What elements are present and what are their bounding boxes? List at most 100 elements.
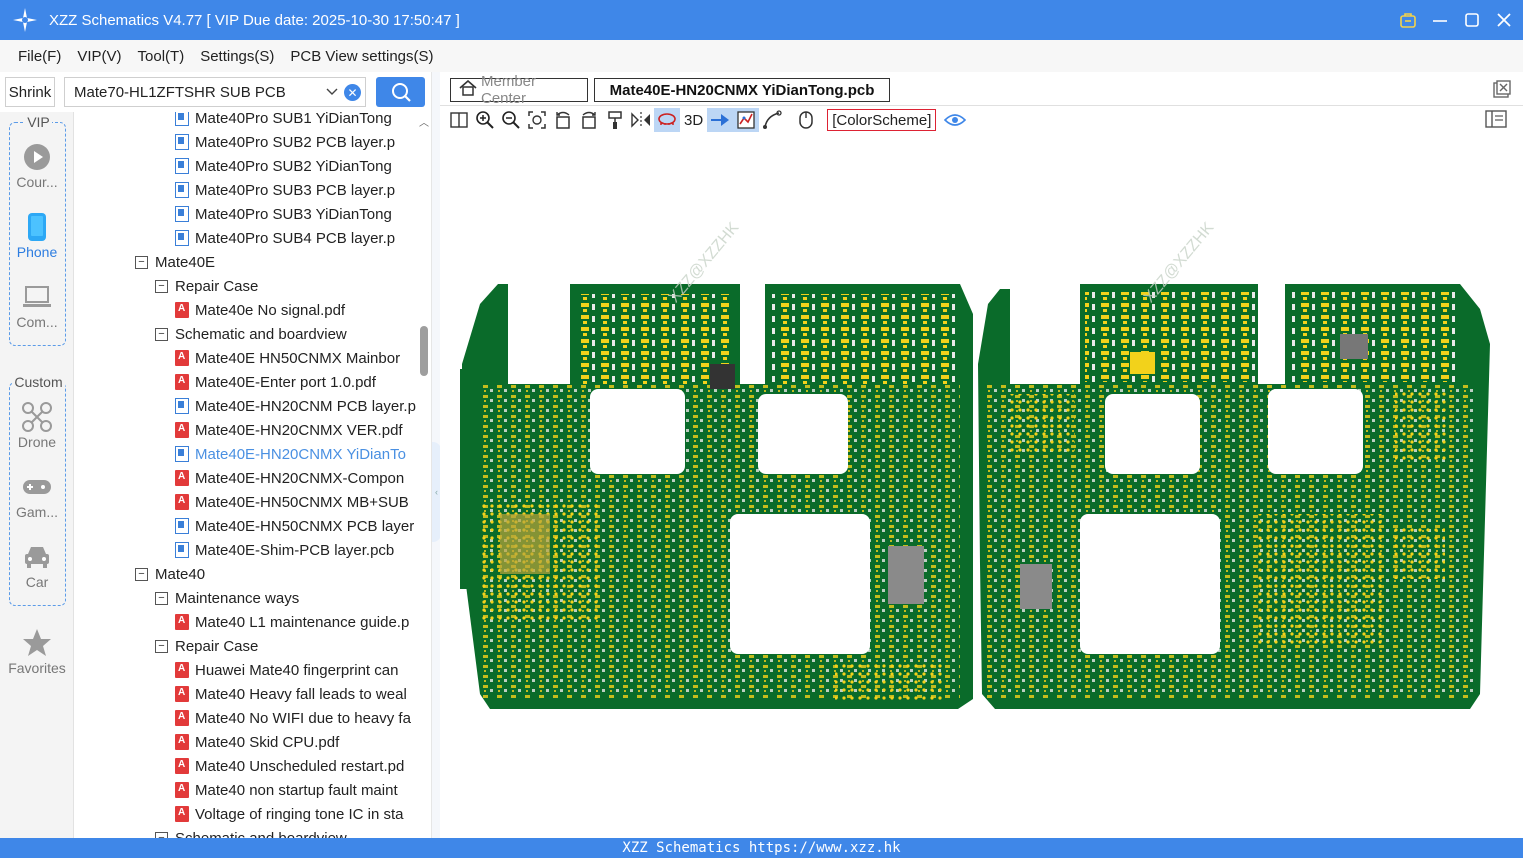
search-button[interactable] bbox=[376, 77, 425, 107]
view-3d-button[interactable]: 3D bbox=[680, 112, 707, 129]
pcb-board-drawing[interactable] bbox=[440, 134, 1523, 838]
tree-file-item[interactable]: Mate40e No signal.pdf bbox=[175, 298, 345, 322]
tree-file-item[interactable]: Mate40E-Shim-PCB layer.pcb bbox=[175, 538, 394, 562]
tree-file-item[interactable]: Mate40E-HN20CNM PCB layer.p bbox=[175, 394, 416, 418]
collapse-icon[interactable]: − bbox=[155, 327, 168, 341]
close-icon[interactable] bbox=[1495, 11, 1513, 29]
title-bar[interactable]: XZZ Schematics V4.77 [ VIP Due date: 202… bbox=[0, 0, 1523, 40]
drone-icon bbox=[22, 402, 52, 432]
tree-file-item[interactable]: Mate40E-HN20CNMX VER.pdf bbox=[175, 418, 403, 442]
rail-item-car[interactable]: Car bbox=[0, 542, 74, 590]
menu-tool[interactable]: Tool(T) bbox=[130, 48, 193, 65]
tree-file-item[interactable]: Mate40Pro SUB3 PCB layer.p bbox=[175, 178, 395, 202]
trace-icon[interactable] bbox=[759, 108, 785, 132]
tree-folder[interactable]: − Mate40E bbox=[135, 250, 215, 274]
app-logo-icon bbox=[11, 6, 39, 34]
tree-file-item[interactable]: Mate40E-Enter port 1.0.pdf bbox=[175, 370, 376, 394]
tree-file-item[interactable]: Huawei Mate40 fingerprint can bbox=[175, 658, 398, 682]
menu-vip[interactable]: VIP(V) bbox=[69, 48, 129, 65]
paint-brush-icon[interactable] bbox=[602, 108, 628, 132]
tree-folder[interactable]: − Repair Case bbox=[155, 634, 258, 658]
menu-pcb-view-settings[interactable]: PCB View settings(S) bbox=[282, 48, 441, 65]
model-combobox[interactable]: Mate70-HL1ZFTSHR SUB PCB ✕ bbox=[64, 77, 366, 107]
tree-item-label: Voltage of ringing tone IC in sta bbox=[195, 805, 404, 823]
tree-file-item[interactable]: Mate40Pro SUB4 PCB layer.p bbox=[175, 226, 395, 250]
side-panel-toggle-icon[interactable] bbox=[1485, 110, 1507, 133]
pcb-canvas[interactable]: XZZ@XZZHK XZZ@XZZHK bbox=[440, 134, 1523, 838]
collapse-icon[interactable]: − bbox=[155, 591, 168, 605]
minimize-icon[interactable] bbox=[1431, 11, 1449, 29]
tree-file-item[interactable]: Mate40 Heavy fall leads to weal bbox=[175, 682, 407, 706]
tree-file-item[interactable]: Mate40Pro SUB2 YiDianTong bbox=[175, 154, 392, 178]
split-view-icon[interactable] bbox=[446, 108, 472, 132]
tab-member-center[interactable]: Member Center bbox=[450, 73, 588, 107]
tree-item-label: Mate40 Skid CPU.pdf bbox=[195, 733, 340, 751]
tree-file-item[interactable]: Mate40 non startup fault maint bbox=[175, 778, 398, 802]
phone-icon bbox=[22, 212, 52, 242]
pdf-file-icon bbox=[175, 350, 189, 366]
tree-item-label: Mate40E-Enter port 1.0.pdf bbox=[195, 373, 376, 391]
zoom-out-icon[interactable] bbox=[498, 108, 524, 132]
chevron-down-icon[interactable] bbox=[325, 84, 339, 102]
collapse-icon[interactable]: − bbox=[155, 279, 168, 293]
tree-file-item[interactable]: Mate40E-HN50CNMX MB+SUB bbox=[175, 490, 409, 514]
shrink-button[interactable]: Shrink bbox=[5, 77, 55, 107]
color-scheme-button[interactable]: [ColorScheme] bbox=[827, 109, 937, 131]
rail-item-courses[interactable]: Cour... bbox=[0, 142, 74, 190]
pdf-file-icon bbox=[175, 758, 189, 774]
tree-file-item[interactable]: Mate40E-HN20CNMX-Compon bbox=[175, 466, 404, 490]
eye-icon[interactable] bbox=[942, 108, 968, 132]
mirror-icon[interactable] bbox=[628, 108, 654, 132]
rail-item-favorites[interactable]: Favorites bbox=[0, 628, 74, 676]
tree-file-item[interactable]: Mate40 No WIFI due to heavy fa bbox=[175, 706, 411, 730]
tree-folder[interactable]: − Schematic and boardview bbox=[155, 322, 347, 346]
tree-file-item[interactable]: Mate40E-HN20CNMX YiDianTo bbox=[175, 442, 406, 466]
collapse-icon[interactable]: − bbox=[155, 639, 168, 653]
menu-file[interactable]: File(F) bbox=[10, 48, 69, 65]
zoom-in-icon[interactable] bbox=[472, 108, 498, 132]
laptop-icon bbox=[22, 282, 52, 312]
rail-item-phone[interactable]: Phone bbox=[0, 212, 74, 260]
tree-scroll-thumb[interactable] bbox=[420, 326, 428, 376]
collapse-icon[interactable]: − bbox=[135, 567, 148, 581]
scroll-up-icon[interactable]: ︿ bbox=[419, 114, 429, 129]
maximize-icon[interactable] bbox=[1463, 11, 1481, 29]
tree-item-label: Mate40 Heavy fall leads to weal bbox=[195, 685, 407, 703]
tree-folder[interactable]: − Maintenance ways bbox=[155, 586, 299, 610]
panel-splitter[interactable]: ‹ bbox=[431, 72, 441, 838]
tree-file-item[interactable]: Mate40E-HN50CNMX PCB layer bbox=[175, 514, 414, 538]
layer-view-icon[interactable] bbox=[654, 108, 680, 132]
rail-item-drone[interactable]: Drone bbox=[0, 402, 74, 450]
net-highlight-icon[interactable] bbox=[733, 108, 760, 132]
tree-file-item[interactable]: Mate40Pro SUB3 YiDianTong bbox=[175, 202, 392, 226]
rail-item-computer[interactable]: Com... bbox=[0, 282, 74, 330]
tree-file-item[interactable]: Voltage of ringing tone IC in sta bbox=[175, 802, 403, 826]
tree-file-item[interactable]: Mate40 Skid CPU.pdf bbox=[175, 730, 339, 754]
tree-folder[interactable]: − Schematic and boardview bbox=[155, 826, 347, 838]
tree-file-item[interactable]: Mate40 Unscheduled restart.pd bbox=[175, 754, 404, 778]
close-all-tabs-icon[interactable] bbox=[1493, 80, 1511, 103]
tree-file-item[interactable]: Mate40Pro SUB1 YiDianTong bbox=[175, 112, 392, 130]
tab-active-pcb[interactable]: Mate40E-HN20CNMX YiDianTong.pcb bbox=[594, 78, 890, 102]
tree-scrollbar[interactable]: ︿ bbox=[417, 112, 431, 838]
rail-item-label: Phone bbox=[16, 244, 58, 260]
pin-arrow-icon[interactable] bbox=[707, 108, 734, 132]
rotate-right-icon[interactable] bbox=[576, 108, 602, 132]
tree-file-item[interactable]: Mate40Pro SUB2 PCB layer.p bbox=[175, 130, 395, 154]
vip-bag-icon[interactable] bbox=[1399, 11, 1417, 29]
tree-file-item[interactable]: Mate40 L1 maintenance guide.p bbox=[175, 610, 409, 634]
menu-settings[interactable]: Settings(S) bbox=[192, 48, 282, 65]
tree-folder[interactable]: − Mate40 bbox=[135, 562, 205, 586]
tree-folder[interactable]: − Repair Case bbox=[155, 274, 258, 298]
rotate-left-icon[interactable] bbox=[550, 108, 576, 132]
clear-icon[interactable]: ✕ bbox=[344, 84, 361, 101]
file-tree[interactable]: Mate40Pro SUB1 YiDianTong Mate40Pro SUB2 … bbox=[75, 112, 417, 838]
search-icon bbox=[391, 83, 411, 102]
mouse-icon[interactable] bbox=[793, 108, 819, 132]
fit-view-icon[interactable] bbox=[524, 108, 550, 132]
rail-item-games[interactable]: Gam... bbox=[0, 472, 74, 520]
pcb-board-left[interactable] bbox=[460, 284, 973, 709]
tree-file-item[interactable]: Mate40E HN50CNMX Mainbor bbox=[175, 346, 400, 370]
pcb-board-right[interactable] bbox=[978, 284, 1490, 709]
collapse-icon[interactable]: − bbox=[135, 255, 148, 269]
